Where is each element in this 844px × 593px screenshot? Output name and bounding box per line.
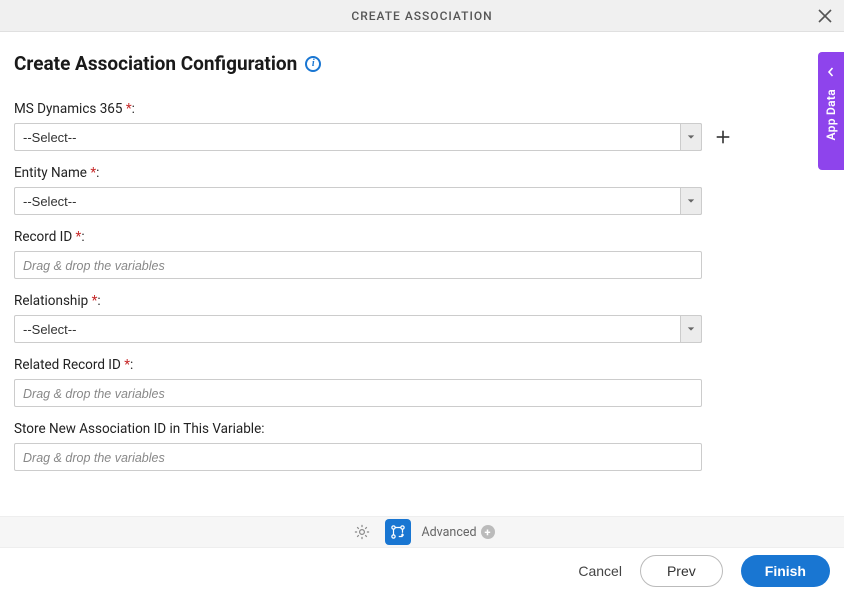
label-colon: : [132,101,135,117]
related-record-id-input[interactable] [14,379,702,407]
field-label-entity-name: Entity Name *: [14,165,830,181]
label-text: Related Record ID [14,357,124,373]
label-colon: : [97,293,100,309]
label-text: Entity Name [14,165,90,181]
field-label-store-variable: Store New Association ID in This Variabl… [14,421,830,437]
settings-button[interactable] [349,519,375,545]
field-entity-name: Entity Name *: [14,165,830,215]
info-icon[interactable]: i [305,56,321,72]
select-value[interactable] [14,315,702,343]
label-colon: : [130,357,133,373]
add-connection-button[interactable] [712,126,734,148]
select-value[interactable] [14,123,702,151]
select-ms-dynamics[interactable] [14,123,702,151]
prev-button[interactable]: Prev [640,555,723,587]
footer: Cancel Prev Finish [0,548,844,593]
close-button[interactable] [816,7,834,25]
page-title: Create Association Configuration [14,52,297,75]
advanced-label: Advanced [421,525,476,540]
field-ms-dynamics: MS Dynamics 365 *: [14,101,830,151]
input-related-record-id-wrap [14,379,702,407]
toolbar-strip: Advanced + [0,516,844,548]
flow-button[interactable] [385,519,411,545]
close-icon [818,9,832,23]
field-label-record-id: Record ID *: [14,229,830,245]
field-label-relationship: Relationship *: [14,293,830,309]
field-relationship: Relationship *: [14,293,830,343]
cancel-button[interactable]: Cancel [578,563,622,579]
content-area: Create Association Configuration i MS Dy… [0,32,844,471]
label-text: Relationship [14,293,92,309]
label-text: Record ID [14,229,76,245]
label-colon: : [96,165,99,181]
titlebar-title: CREATE ASSOCIATION [351,9,492,23]
gear-icon [353,523,371,541]
titlebar: CREATE ASSOCIATION [0,0,844,32]
select-value[interactable] [14,187,702,215]
label-text: MS Dynamics 365 [14,101,126,117]
label-colon: : [81,229,84,245]
page-title-row: Create Association Configuration i [14,52,830,75]
field-label-ms-dynamics: MS Dynamics 365 *: [14,101,830,117]
field-store-variable: Store New Association ID in This Variabl… [14,421,830,471]
input-record-id-wrap [14,251,702,279]
select-entity-name[interactable] [14,187,702,215]
select-relationship[interactable] [14,315,702,343]
plus-icon [714,128,732,146]
input-store-variable-wrap [14,443,702,471]
field-label-related-record-id: Related Record ID *: [14,357,830,373]
record-id-input[interactable] [14,251,702,279]
advanced-toggle[interactable]: Advanced + [421,525,494,540]
store-variable-input[interactable] [14,443,702,471]
field-related-record-id: Related Record ID *: [14,357,830,407]
finish-button[interactable]: Finish [741,555,830,587]
plus-circle-icon: + [481,525,495,539]
field-record-id: Record ID *: [14,229,830,279]
flow-icon [389,523,407,541]
